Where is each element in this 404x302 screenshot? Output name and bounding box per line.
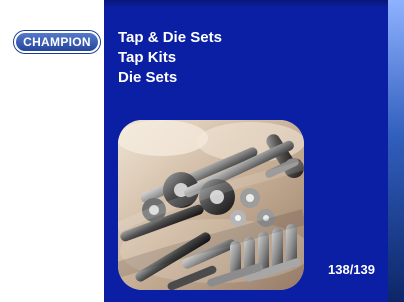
top-shadow xyxy=(104,0,404,8)
heading-line-die-sets: Die Sets xyxy=(118,69,178,86)
champion-logo: CHAMPION xyxy=(14,31,100,53)
heading-line-tap-kits: Tap Kits xyxy=(118,49,177,66)
heading-line-tap-die-sets: Tap & Die Sets xyxy=(118,29,222,46)
right-edge-glow xyxy=(388,0,404,302)
section-heading: Tap & Die Sets Tap Kits Die Sets xyxy=(118,28,222,88)
page-number: 138/139 xyxy=(328,262,375,277)
catalog-page: CHAMPION Tap & Die Sets Tap Kits Die Set… xyxy=(0,0,404,302)
logo-text: CHAMPION xyxy=(23,35,91,49)
tap-die-set-photo xyxy=(118,120,304,290)
